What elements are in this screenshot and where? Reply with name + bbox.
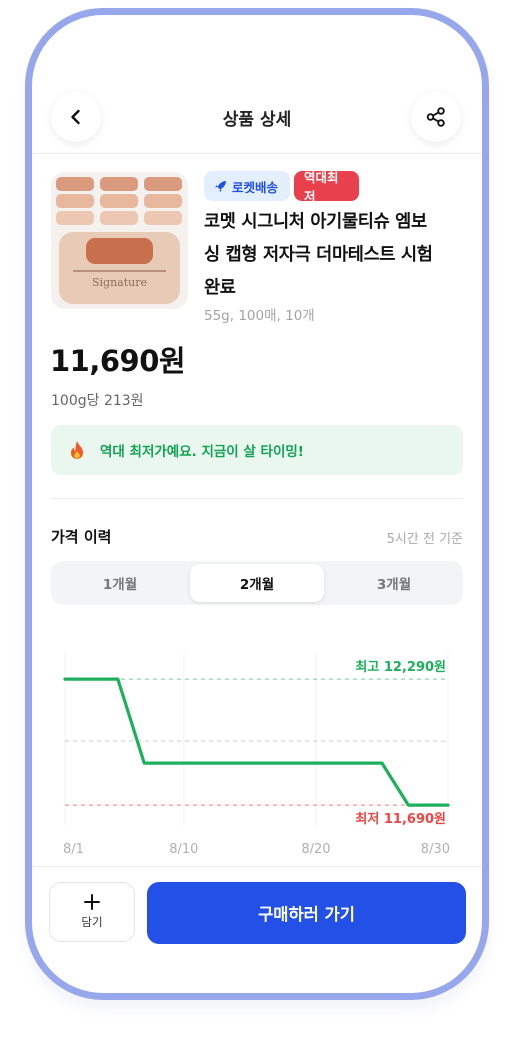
unit-price: 100g당 213원 (51, 393, 144, 409)
product-name-line-2: 싱 캡형 저자극 더마테스트 시험 (204, 245, 433, 265)
period-tab-3months[interactable]: 3개월 (328, 564, 460, 602)
footer-divider (32, 866, 482, 867)
max-price-label: 최고 12,290원 (355, 660, 446, 675)
share-button[interactable] (411, 92, 461, 142)
phone-frame: 상품 상세 Signature 로켓배송 역대최저 코멧 시그니처 아기물티슈 … (25, 8, 489, 1000)
add-to-cart-button[interactable]: 담기 (49, 882, 135, 942)
product-spec: 55g, 100매, 10개 (204, 308, 315, 324)
fire-icon (71, 441, 83, 459)
price-history-title: 가격 이력 (51, 528, 112, 546)
product-name-line-1: 코멧 시그니처 아기물티슈 엠보 (204, 212, 427, 232)
product-image-label: Signature (92, 276, 147, 289)
header-divider (32, 153, 482, 154)
buy-button[interactable]: 구매하러 가기 (147, 882, 466, 944)
section-divider (51, 498, 463, 499)
rocket-delivery-badge: 로켓배송 (204, 171, 290, 201)
rocket-delivery-label: 로켓배송 (232, 179, 279, 195)
price-history-updated: 5시간 전 기준 (386, 532, 463, 547)
share-icon (426, 107, 445, 127)
period-tab-1month[interactable]: 1개월 (54, 564, 186, 602)
lowest-ever-badge: 역대최저 (294, 170, 359, 204)
price-history-chart: 최고 12,290원 최저 11,690원 8/1 8/10 8/20 8/30 (63, 653, 450, 857)
product-name: 코멧 시그니처 아기물티슈 엠보 싱 캡형 저자극 더마테스트 시험 완료 (204, 206, 469, 305)
product-name-line-3: 완료 (204, 278, 236, 298)
price-line (63, 677, 450, 807)
period-tab-2months[interactable]: 2개월 (190, 564, 324, 602)
period-selector: 1개월 2개월 3개월 (51, 561, 463, 605)
x-tick-label: 8/10 (169, 842, 198, 857)
buy-button-label: 구매하러 가기 (258, 905, 355, 924)
add-to-cart-label: 담기 (81, 915, 103, 929)
product-image[interactable]: Signature (51, 172, 188, 309)
x-axis-ticks: 8/1 8/10 8/20 8/30 (63, 842, 450, 857)
x-tick-label: 8/20 (301, 842, 330, 857)
lowest-ever-label: 역대최저 (304, 170, 339, 204)
x-tick-label: 8/1 (63, 842, 84, 857)
x-tick-label: 8/30 (421, 842, 450, 857)
notice-text: 역대 최저가예요. 지금이 살 타이밍! (100, 444, 304, 460)
min-price-label: 최저 11,690원 (355, 812, 446, 827)
current-price: 11,690원 (50, 344, 186, 378)
lowest-price-notice: 역대 최저가예요. 지금이 살 타이밍! (51, 425, 463, 475)
rocket-icon (215, 180, 226, 192)
plus-icon (84, 894, 100, 910)
